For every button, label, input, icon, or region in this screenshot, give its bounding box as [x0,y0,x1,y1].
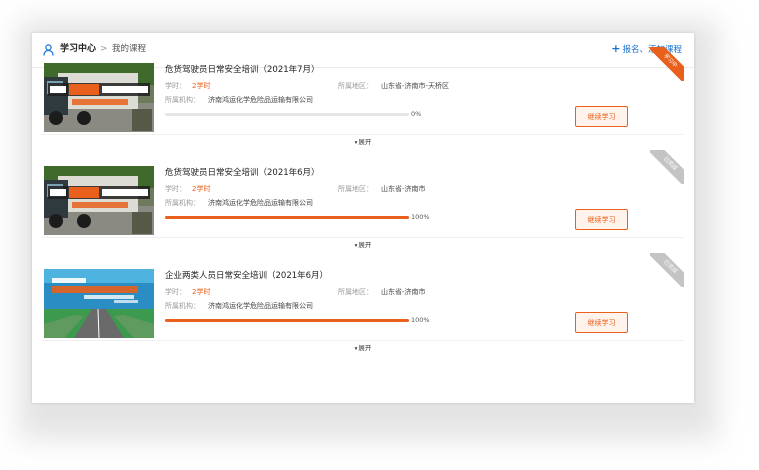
hours-value: 2学时 [192,185,211,193]
continue-learning-button[interactable]: 继续学习 [575,312,628,333]
org-value: 济南鸿运化学危险品运输有限公司 [208,96,313,104]
org-value: 济南鸿运化学危险品运输有限公司 [208,199,313,207]
hours-value: 2学时 [192,288,211,296]
status-ribbon: 学习中 [650,47,684,81]
region-value: 山东省-济南市 [381,185,426,193]
caret-down-icon: ▾ [354,140,358,146]
course-title[interactable]: 危货驾驶员日常安全培训（2021年7月） [165,64,320,76]
my-courses-panel: 学习中心 > 我的课程 +报名、添加课程 危货驾驶员日常安全培训（2021年7月… [32,33,694,403]
expand-label: 展开 [358,241,372,249]
status-ribbon-container: 学习中 [650,47,684,81]
org-label: 所属机构： [165,302,200,310]
course-thumbnail[interactable] [44,63,154,132]
expand-label: 展开 [358,138,372,146]
progress-percent: 0% [411,110,422,118]
expand-toggle[interactable]: ▾展开 [42,237,684,254]
course-title[interactable]: 企业两类人员日常安全培训（2021年6月） [165,270,328,282]
progress-fill [165,319,409,322]
course-thumbnail-image [44,166,154,235]
org-value: 济南鸿运化学危险品运输有限公司 [208,302,313,310]
progress-bar [165,113,409,116]
expand-toggle[interactable]: ▾展开 [42,340,684,357]
region-value: 山东省-济南市-天桥区 [381,82,450,90]
expand-label: 展开 [358,344,372,352]
continue-learning-button[interactable]: 继续学习 [575,106,628,127]
status-ribbon: 已完成 [650,253,684,287]
course-thumbnail[interactable] [44,166,154,235]
progress-percent: 100% [411,316,430,324]
hours-label: 学时： [165,288,186,296]
org-label: 所属机构： [165,96,200,104]
hours-label: 学时： [165,82,186,90]
course-thumbnail-image [44,63,154,132]
course-title[interactable]: 危货驾驶员日常安全培训（2021年6月） [165,167,320,179]
status-ribbon: 已完成 [650,150,684,184]
course-card: 企业两类人员日常安全培训（2021年6月） 学时： 2学时 所属地区： 山东省-济南市所… [42,253,684,357]
progress-bar [165,216,409,219]
progress-percent: 100% [411,213,430,221]
progress-bar [165,319,409,322]
continue-learning-button[interactable]: 继续学习 [575,209,628,230]
hours-value: 2学时 [192,82,211,90]
progress-fill [165,216,409,219]
status-ribbon-container: 已完成 [650,253,684,287]
region-label: 所属地区： [338,185,373,193]
caret-down-icon: ▾ [354,243,358,249]
course-card: 危货驾驶员日常安全培训（2021年6月） 学时： 2学时 所属地区： 山东省-济南市所属… [42,150,684,254]
status-ribbon-container: 已完成 [650,150,684,184]
course-thumbnail-image [44,269,154,338]
region-label: 所属地区： [338,288,373,296]
region-label: 所属地区： [338,82,373,90]
course-card: 危货驾驶员日常安全培训（2021年7月） 学时： 2学时 所属地区： 山东省-济南市-天… [42,47,684,151]
expand-toggle[interactable]: ▾展开 [42,134,684,151]
course-thumbnail[interactable] [44,269,154,338]
caret-down-icon: ▾ [354,346,358,352]
region-value: 山东省-济南市 [381,288,426,296]
org-label: 所属机构： [165,199,200,207]
hours-label: 学时： [165,185,186,193]
